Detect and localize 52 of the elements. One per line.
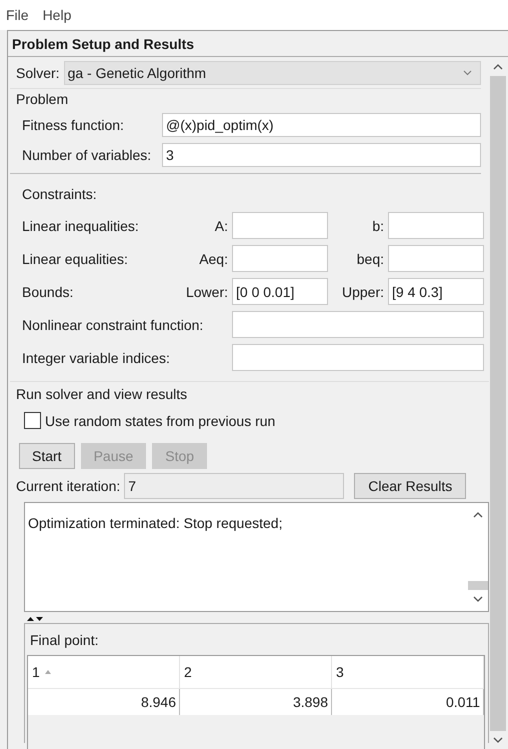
- field-label: Integer variable indices:: [22, 350, 171, 366]
- table-cell: 3.898: [180, 689, 332, 715]
- section-title: Constraints:: [22, 186, 98, 202]
- table-cell: 0.011: [332, 689, 484, 715]
- iteration-field: 7: [124, 473, 344, 499]
- field-label: Fitness function:: [22, 117, 125, 133]
- scroll-thumb[interactable]: [490, 76, 506, 731]
- chevron-down-icon: [463, 70, 472, 76]
- input-field[interactable]: [0 0 0.01]: [232, 278, 328, 305]
- field-label: Linear inequalities:: [22, 218, 140, 234]
- solver-dropdown[interactable]: ga - Genetic Algorithm: [64, 61, 481, 85]
- input-field[interactable]: [232, 212, 328, 239]
- input-field[interactable]: [388, 245, 484, 272]
- field-label: Linear equalities:: [22, 250, 129, 266]
- group-title: Problem: [16, 91, 70, 107]
- column-header[interactable]: 1: [28, 656, 180, 689]
- input-field[interactable]: [232, 245, 328, 272]
- checkbox-label: Use random states from previous run: [45, 412, 276, 428]
- menu-item[interactable]: File: [4, 7, 31, 23]
- input-field[interactable]: @(x)pid_optim(x): [162, 113, 481, 137]
- field-label: Lower:: [184, 284, 228, 300]
- field-label: Nonlinear constraint function:: [22, 316, 204, 332]
- table-cell: 8.946: [28, 689, 180, 715]
- panel-header: Problem Setup and Results: [8, 30, 508, 57]
- clear-results-button[interactable]: Clear Results: [354, 473, 466, 499]
- column-header[interactable]: 3: [332, 656, 484, 689]
- scroll-up-icon[interactable]: [473, 511, 483, 518]
- input-field[interactable]: [232, 344, 484, 371]
- field-label: Bounds:: [22, 284, 74, 300]
- run-button[interactable]: Start: [19, 443, 75, 469]
- scroll-down-icon[interactable]: [473, 596, 483, 603]
- input-field[interactable]: [388, 212, 484, 239]
- field-label: Current iteration:: [16, 478, 120, 494]
- column-header[interactable]: 2: [180, 656, 332, 689]
- scroll-up-icon[interactable]: [493, 63, 503, 70]
- section-title: Final point:: [29, 631, 100, 650]
- menu-item[interactable]: Help: [40, 7, 74, 23]
- field-label: Upper:: [340, 284, 384, 300]
- field-label: Aeq:: [198, 250, 228, 266]
- scroll-thumb[interactable]: [468, 581, 488, 590]
- section-title: Run solver and view results: [16, 386, 188, 402]
- field-label: beq:: [356, 250, 384, 266]
- input-field[interactable]: [232, 311, 484, 338]
- checkbox[interactable]: [24, 412, 41, 429]
- field-label: Number of variables:: [22, 147, 152, 163]
- input-field[interactable]: [9 4 0.3]: [388, 278, 484, 305]
- field-label: Solver:: [16, 65, 60, 81]
- output-text: Optimization terminated: Stop requested;: [28, 515, 282, 531]
- input-field[interactable]: 3: [162, 143, 481, 167]
- field-label: b:: [371, 218, 384, 234]
- field-label: A:: [214, 218, 228, 234]
- scroll-down-icon[interactable]: [493, 737, 503, 744]
